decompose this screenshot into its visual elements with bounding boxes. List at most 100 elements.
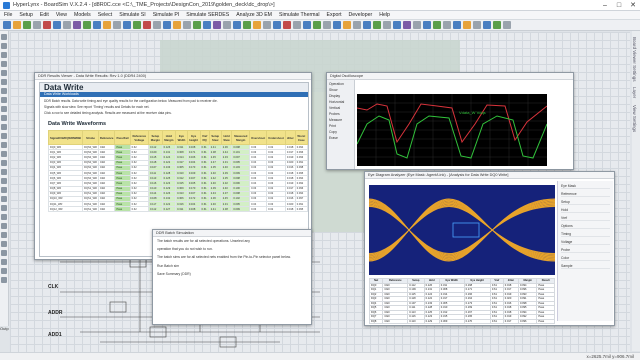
toolbar-tool-icon[interactable] — [483, 21, 491, 29]
toolbar-tool-icon[interactable] — [393, 21, 401, 29]
toolbar-tool-icon[interactable] — [343, 21, 351, 29]
toolbar-tool-icon[interactable] — [423, 21, 431, 29]
menu-help[interactable]: Help — [379, 12, 390, 18]
toolbar-tool-icon[interactable] — [493, 21, 501, 29]
toolbar-tool-icon[interactable] — [303, 21, 311, 29]
toolbar-tool-icon[interactable] — [133, 21, 141, 29]
side-tool-icon[interactable] — [1, 169, 7, 175]
side-tool-icon[interactable] — [1, 79, 7, 85]
toolbar-tool-icon[interactable] — [263, 21, 271, 29]
maximize-button[interactable]: □ — [612, 0, 626, 11]
save-summary-checkbox[interactable]: Save Summary (DDR) — [153, 270, 311, 278]
menu-simulate-si[interactable]: Simulate SI — [119, 12, 146, 18]
report-column-header[interactable]: Reference — [97, 130, 116, 145]
eye-diagram-window[interactable]: Eye Diagram Analyzer (Eye Mask: Agent/Li… — [364, 171, 615, 326]
toolbar-tool-icon[interactable] — [53, 21, 61, 29]
menu-export[interactable]: Export — [327, 12, 342, 18]
menu-developer[interactable]: Developer — [349, 12, 373, 18]
side-tool-icon[interactable] — [1, 124, 7, 130]
side-tool-icon[interactable] — [1, 214, 7, 220]
eye-panel-option[interactable]: Options — [561, 224, 610, 229]
side-tool-icon[interactable] — [1, 187, 7, 193]
side-tool-icon[interactable] — [1, 97, 7, 103]
toolbar-tool-icon[interactable] — [223, 21, 231, 29]
scope-option[interactable]: Measure — [329, 118, 352, 122]
toolbar-tool-icon[interactable] — [3, 21, 11, 29]
toolbar-tool-icon[interactable] — [63, 21, 71, 29]
toolbar-tool-icon[interactable] — [243, 21, 251, 29]
toolbar-tool-icon[interactable] — [73, 21, 81, 29]
menu-file[interactable]: File — [4, 12, 12, 18]
side-tool-icon[interactable] — [1, 250, 7, 256]
toolbar-tool-icon[interactable] — [253, 21, 261, 29]
report-column-header[interactable]: Measured Margin — [231, 130, 251, 145]
toolbar-tool-icon[interactable] — [373, 21, 381, 29]
menu-simulate-serdes[interactable]: Simulate SERDES — [186, 12, 229, 18]
report-column-header[interactable]: Reference Voltage — [129, 130, 150, 145]
toolbar-tool-icon[interactable] — [433, 21, 441, 29]
report-column-header[interactable]: Pass/Fail — [114, 130, 131, 145]
toolbar-tool-icon[interactable] — [163, 21, 171, 29]
report-column-header[interactable]: Eye Height — [186, 130, 201, 145]
side-tool-icon[interactable] — [1, 268, 7, 274]
menu-simulate-thermal[interactable]: Simulate Thermal — [279, 12, 320, 18]
eye-diagram-plot[interactable] — [369, 185, 555, 275]
eye-panel-option[interactable]: Setup — [561, 200, 610, 205]
side-tool-icon[interactable] — [1, 133, 7, 139]
toolbar-tool-icon[interactable] — [203, 21, 211, 29]
toolbar-tool-icon[interactable] — [183, 21, 191, 29]
side-tool-icon[interactable] — [1, 70, 7, 76]
eye-panel-option[interactable]: Eye Mask — [561, 184, 610, 189]
tab-view-settings[interactable]: View Settings — [632, 105, 637, 132]
scope-option[interactable]: Display — [329, 94, 352, 98]
menu-simulate-pi[interactable]: Simulate PI — [153, 12, 180, 18]
eye-panel-option[interactable]: Probe — [561, 248, 610, 253]
side-tool-icon[interactable] — [1, 34, 7, 40]
oscilloscope-plot[interactable]: Vdata_W Vdqs — [357, 94, 547, 166]
toolbar-tool-icon[interactable] — [23, 21, 31, 29]
report-column-header[interactable]: Eye Width — [175, 130, 188, 145]
scope-option[interactable]: Show — [329, 88, 352, 92]
toolbar-tool-icon[interactable] — [113, 21, 121, 29]
report-column-header[interactable]: Strobe — [82, 130, 99, 145]
menu-edit[interactable]: Edit — [40, 12, 49, 18]
toolbar-tool-icon[interactable] — [193, 21, 201, 29]
table-row[interactable]: DQ8 Clk0 0.110 0.129 0.309 0.170 0.61 0.017 0.09… — [368, 318, 555, 324]
side-tool-icon[interactable] — [1, 61, 7, 67]
scope-option[interactable]: Copy — [329, 130, 352, 134]
output-tab[interactable]: Outp — [0, 326, 9, 352]
toolbar-tool-icon[interactable] — [323, 21, 331, 29]
side-tool-icon[interactable] — [1, 241, 7, 247]
eye-panel-option[interactable]: Voltage — [561, 240, 610, 245]
side-tool-icon[interactable] — [1, 43, 7, 49]
menu-analyze-3d-em[interactable]: Analyze 3D EM — [236, 12, 272, 18]
toolbar-tool-icon[interactable] — [43, 21, 51, 29]
toolbar-tool-icon[interactable] — [313, 21, 321, 29]
oscilloscope-window[interactable]: Digital Oscilloscope Operation Show Displa… — [326, 72, 574, 170]
eye-panel-option[interactable]: Timing — [561, 232, 610, 237]
side-tool-icon[interactable] — [1, 223, 7, 229]
report-column-header[interactable]: Setup Margin — [148, 130, 163, 145]
scope-option[interactable]: Print — [329, 124, 352, 128]
side-tool-icon[interactable] — [1, 106, 7, 112]
toolbar-tool-icon[interactable] — [383, 21, 391, 29]
report-column-header[interactable]: Setup Slew — [208, 130, 222, 145]
scope-option[interactable]: Probes — [329, 112, 352, 116]
report-column-header[interactable]: Signal/Clk/DQS/DM/DBI — [47, 130, 84, 145]
eye-panel-option[interactable]: Sample — [561, 264, 610, 269]
eye-panel-option[interactable]: Reference — [561, 192, 610, 197]
table-row[interactable]: DQ12_WR DQS1_WR Clk0 Pass 0.62 0.112 0.127 0.31… — [47, 206, 309, 213]
toolbar-tool-icon[interactable] — [153, 21, 161, 29]
toolbar-tool-icon[interactable] — [173, 21, 181, 29]
toolbar-tool-icon[interactable] — [293, 21, 301, 29]
toolbar-tool-icon[interactable] — [503, 21, 511, 29]
menu-setup[interactable]: Setup — [19, 12, 33, 18]
scope-option[interactable]: Vertical — [329, 106, 352, 110]
side-tool-icon[interactable] — [1, 205, 7, 211]
toolbar-tool-icon[interactable] — [13, 21, 21, 29]
report-column-header[interactable]: Hold Margin — [161, 130, 177, 145]
toolbar-tool-icon[interactable] — [353, 21, 361, 29]
side-tool-icon[interactable] — [1, 178, 7, 184]
toolbar-tool-icon[interactable] — [453, 21, 461, 29]
menu-view[interactable]: View — [56, 12, 67, 18]
